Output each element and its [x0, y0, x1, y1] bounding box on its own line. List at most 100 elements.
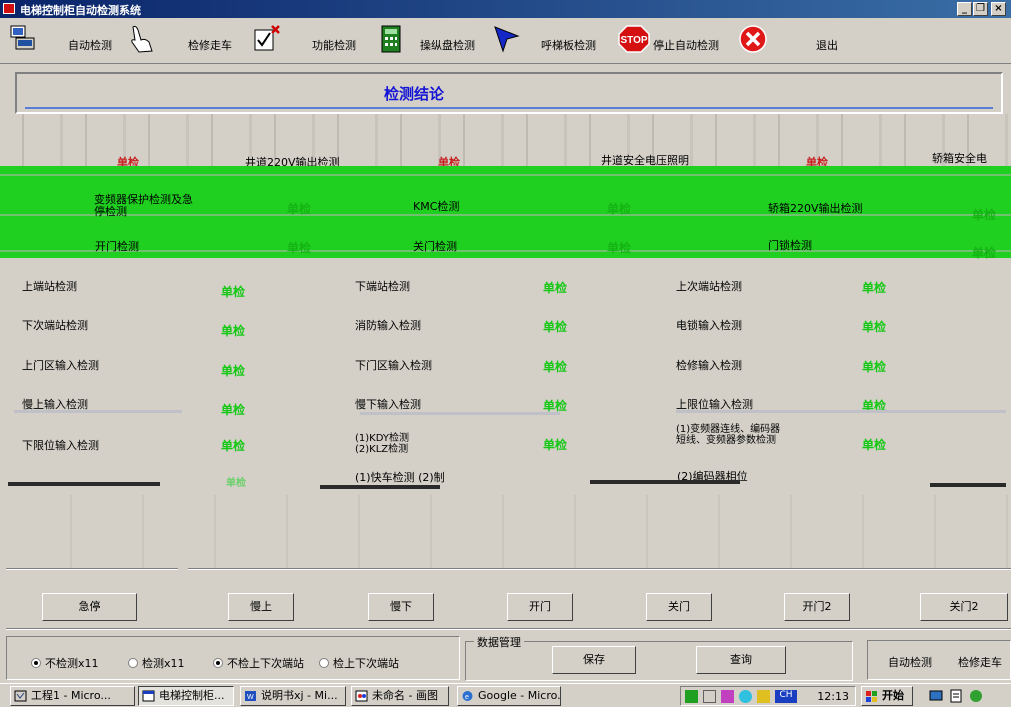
- mode-maint-button[interactable]: 检修走车: [958, 654, 1002, 670]
- radio-x11[interactable]: 检测x11: [128, 655, 185, 671]
- empty-panel: [0, 495, 1011, 570]
- system-tray: CH 12:13: [680, 686, 856, 706]
- status-value[interactable]: 单检: [862, 279, 886, 296]
- status-value: 单检: [972, 208, 997, 222]
- console-test-button[interactable]: 操纵盘检测: [420, 37, 475, 53]
- query-button[interactable]: 查询: [696, 646, 786, 674]
- radio-check-secondary[interactable]: 检上下次端站: [319, 655, 399, 671]
- task-vb-project[interactable]: 工程1 - Micro...: [10, 686, 135, 706]
- test-label: (1)快车检测 (2)制: [355, 471, 445, 484]
- status-value: 单检: [226, 478, 246, 489]
- status-value: 单检: [287, 241, 312, 255]
- exit-button[interactable]: 退出: [816, 37, 838, 53]
- app-icon: [3, 3, 15, 14]
- test-label: (1)KDY检测 (2)KLZ检测: [355, 433, 409, 455]
- task-elevator[interactable]: 电梯控制柜...: [138, 686, 234, 706]
- func-test-button[interactable]: 功能检测: [312, 37, 356, 53]
- status-value[interactable]: 单检: [543, 279, 567, 296]
- status-value[interactable]: 单检: [221, 322, 245, 339]
- task-paint[interactable]: 未命名 - 画图: [351, 686, 449, 706]
- slow-up-button[interactable]: 慢上: [228, 593, 294, 621]
- stop-auto-button[interactable]: 停止自动检测: [653, 37, 719, 53]
- status-value[interactable]: 单检: [221, 401, 245, 418]
- app-tray-icon[interactable]: [721, 690, 734, 703]
- network-icon[interactable]: [685, 690, 698, 703]
- maximize-button[interactable]: ❐: [973, 2, 988, 16]
- exit-icon[interactable]: [738, 24, 768, 54]
- artifact-bar: [930, 483, 1006, 487]
- slow-down-button[interactable]: 慢下: [368, 593, 434, 621]
- estop-button[interactable]: 急停: [42, 593, 137, 621]
- radio-dot: [319, 658, 329, 668]
- svg-text:W: W: [247, 694, 254, 701]
- artifact-bar: [8, 482, 160, 486]
- computer-icon[interactable]: [8, 24, 38, 54]
- app-window-icon: [142, 690, 155, 702]
- messenger-icon[interactable]: [739, 690, 752, 703]
- status-value[interactable]: 单检: [543, 318, 567, 335]
- desktop-icon[interactable]: [929, 689, 943, 703]
- test-label: 开门检测: [95, 240, 139, 253]
- test-label: 上次端站检测: [676, 280, 742, 293]
- status-value[interactable]: 单检: [862, 358, 886, 375]
- window-title: 电梯控制柜自动检测系统: [20, 4, 141, 17]
- task-doc[interactable]: W 说明书xj - Mi...: [240, 686, 346, 706]
- status-value[interactable]: 单检: [543, 358, 567, 375]
- call-test-button[interactable]: 呼梯板检测: [541, 37, 596, 53]
- separator: [6, 568, 178, 570]
- divider: [14, 410, 182, 413]
- word-icon: W: [245, 691, 256, 701]
- status-value[interactable]: 单检: [862, 318, 886, 335]
- glitch-band: 单检 井道220V输出检测 单检 井道安全电压照明 单检 轿箱安全电: [0, 114, 1011, 169]
- volume-icon[interactable]: [703, 690, 716, 703]
- test-label: 消防输入检测: [355, 319, 421, 332]
- notepad-icon[interactable]: [949, 689, 963, 703]
- ie-icon: e: [462, 691, 473, 701]
- checklist-icon[interactable]: [251, 24, 281, 54]
- mode-panel: 自动检测 检修走车: [867, 640, 1011, 680]
- test-label: 检修输入检测: [676, 359, 742, 372]
- divider: [0, 174, 1011, 176]
- paint-icon: [355, 690, 368, 702]
- test-label: 轿箱安全电: [932, 152, 987, 165]
- mode-auto-button[interactable]: 自动检测: [888, 654, 932, 670]
- stop-sign-icon[interactable]: STOP: [617, 24, 651, 54]
- status-value[interactable]: 单检: [862, 436, 886, 453]
- windows-flag-icon: [866, 691, 877, 702]
- test-label: 下限位输入检测: [22, 439, 99, 452]
- svg-text:STOP: STOP: [620, 35, 647, 46]
- ime-indicator[interactable]: CH: [775, 690, 797, 703]
- status-value[interactable]: 单检: [221, 283, 245, 300]
- minimize-button[interactable]: _: [957, 2, 972, 16]
- calculator-icon[interactable]: [377, 24, 407, 54]
- hand-pointer-icon[interactable]: [127, 24, 157, 54]
- status-value[interactable]: 单检: [221, 362, 245, 379]
- green-highlight-block: 变频器保护检测及急停检测 单检 KMC检测 单检 轿箱220V输出检测 单检 开…: [0, 166, 1011, 260]
- status-value[interactable]: 单检: [221, 437, 245, 454]
- title-bar: 电梯控制柜自动检测系统 _ ❐ ×: [0, 0, 1011, 18]
- close-button[interactable]: ×: [991, 2, 1006, 16]
- test-label: 下门区输入检测: [355, 359, 432, 372]
- tray-icon[interactable]: [757, 690, 770, 703]
- arrow-cursor-icon[interactable]: [492, 24, 522, 54]
- browser-quick-icon[interactable]: [969, 689, 983, 703]
- start-button[interactable]: 开始: [861, 686, 913, 706]
- maint-run-button[interactable]: 检修走车: [188, 37, 232, 53]
- save-button[interactable]: 保存: [552, 646, 636, 674]
- status-value[interactable]: 单检: [543, 436, 567, 453]
- task-browser[interactable]: e Google - Micro...: [457, 686, 561, 706]
- open-door2-button[interactable]: 开门2: [784, 593, 850, 621]
- radio-dot: [128, 658, 138, 668]
- close-door-button[interactable]: 关门: [646, 593, 712, 621]
- open-door-button[interactable]: 开门: [507, 593, 573, 621]
- artifact-bar: [590, 480, 740, 484]
- status-value: 单检: [607, 202, 632, 216]
- radio-skip-secondary[interactable]: 不检上下次端站: [213, 655, 304, 671]
- options-panel: 不检测x11 检测x11 不检上下次端站 检上下次端站: [6, 636, 460, 680]
- radio-dot: [213, 658, 223, 668]
- close-door2-button[interactable]: 关门2: [920, 593, 1008, 621]
- data-management-group: 数据管理 保存 查询: [465, 634, 853, 681]
- status-value: 单检: [607, 241, 632, 255]
- radio-no-x11[interactable]: 不检测x11: [31, 655, 99, 671]
- auto-test-button[interactable]: 自动检测: [68, 37, 112, 53]
